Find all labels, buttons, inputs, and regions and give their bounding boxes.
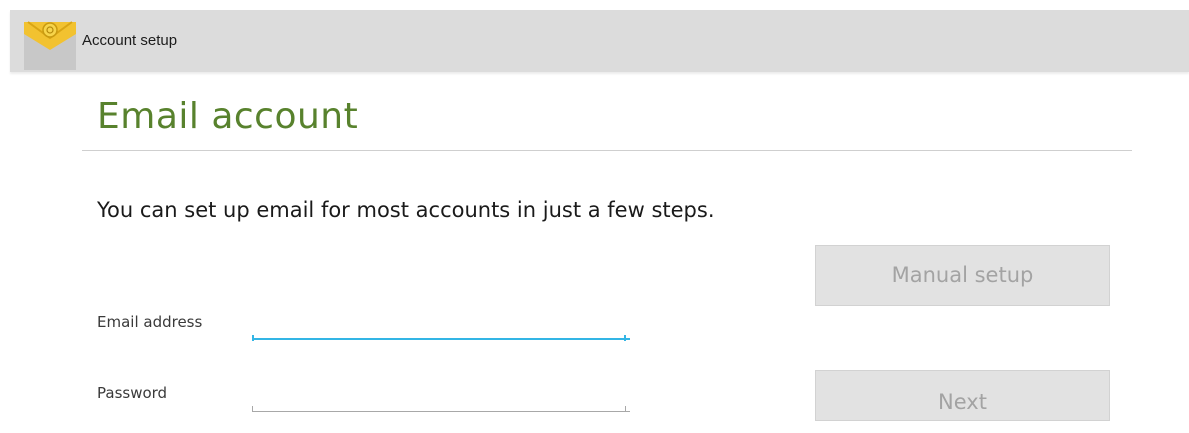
action-bar: Account setup (10, 10, 1189, 72)
password-input-underline (252, 406, 626, 412)
email-input-underline (252, 335, 626, 341)
title-divider (82, 150, 1132, 151)
manual-setup-button[interactable]: Manual setup (815, 245, 1110, 306)
intro-text: You can set up email for most accounts i… (97, 198, 715, 222)
email-app-icon[interactable] (24, 14, 76, 72)
next-button[interactable]: Next (815, 370, 1110, 421)
email-address-label: Email address (97, 313, 203, 331)
password-label: Password (97, 384, 168, 402)
action-bar-title: Account setup (82, 32, 178, 49)
page-title: Email account (97, 96, 359, 137)
